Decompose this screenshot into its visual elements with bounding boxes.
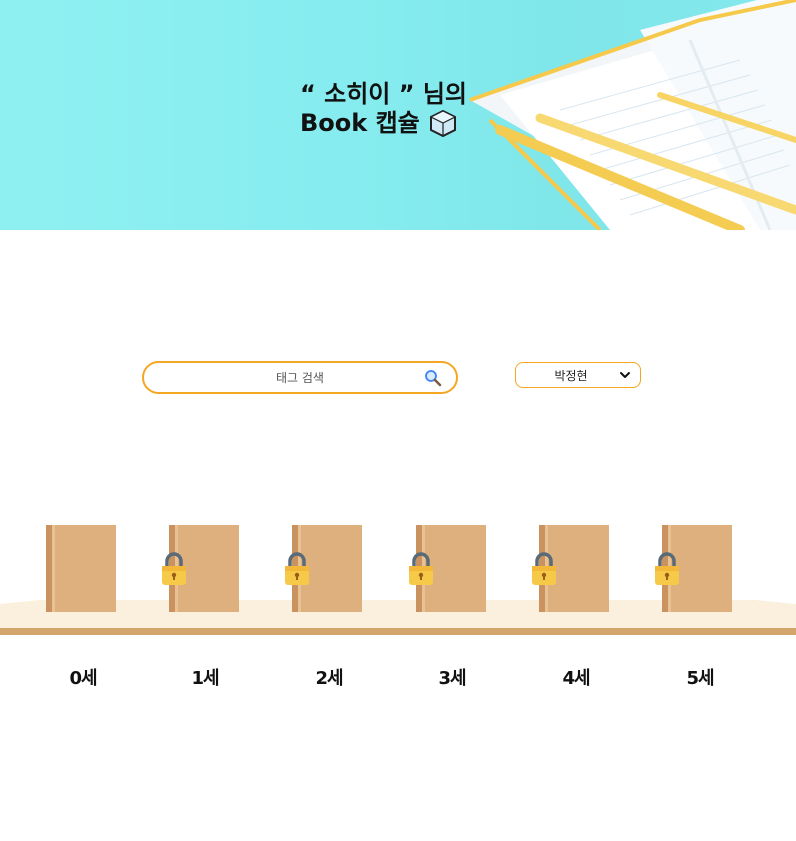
age-label-1[interactable]: 1세	[165, 664, 245, 690]
book-age-4[interactable]	[532, 525, 609, 612]
book-age-2[interactable]	[285, 525, 362, 612]
search-input[interactable]	[188, 369, 412, 386]
page: “ 소히이 ” 님의 Book 캡슐 박정현	[0, 0, 796, 841]
age-label-4[interactable]: 4세	[536, 664, 616, 690]
cube-icon	[429, 109, 457, 138]
search-icon[interactable]	[424, 369, 442, 387]
age-label-0[interactable]: 0세	[43, 664, 123, 690]
title-line-1: “ 소히이 ” 님의	[300, 80, 468, 108]
tag-search-box[interactable]	[142, 361, 458, 394]
book-age-3[interactable]	[409, 525, 486, 612]
book-age-0[interactable]	[46, 525, 116, 612]
chevron-down-icon	[620, 372, 630, 378]
age-label-3[interactable]: 3세	[412, 664, 492, 690]
book-age-5[interactable]	[655, 525, 732, 612]
person-select-value: 박정현	[554, 368, 588, 383]
person-select[interactable]: 박정현	[515, 362, 641, 388]
title-line-2: Book 캡슐	[300, 109, 420, 137]
age-label-2[interactable]: 2세	[289, 664, 369, 690]
page-title: “ 소히이 ” 님의 Book 캡슐	[300, 80, 500, 138]
lock-icon	[162, 552, 186, 585]
book-cover	[46, 525, 116, 612]
lock-icon	[409, 552, 433, 585]
title-line-2-wrapper: Book 캡슐	[300, 108, 500, 138]
lock-icon	[285, 552, 309, 585]
book-age-1[interactable]	[162, 525, 239, 612]
age-label-5[interactable]: 5세	[660, 664, 740, 690]
header-banner: “ 소히이 ” 님의 Book 캡슐	[0, 0, 796, 230]
lock-icon	[655, 552, 679, 585]
lock-icon	[532, 552, 556, 585]
